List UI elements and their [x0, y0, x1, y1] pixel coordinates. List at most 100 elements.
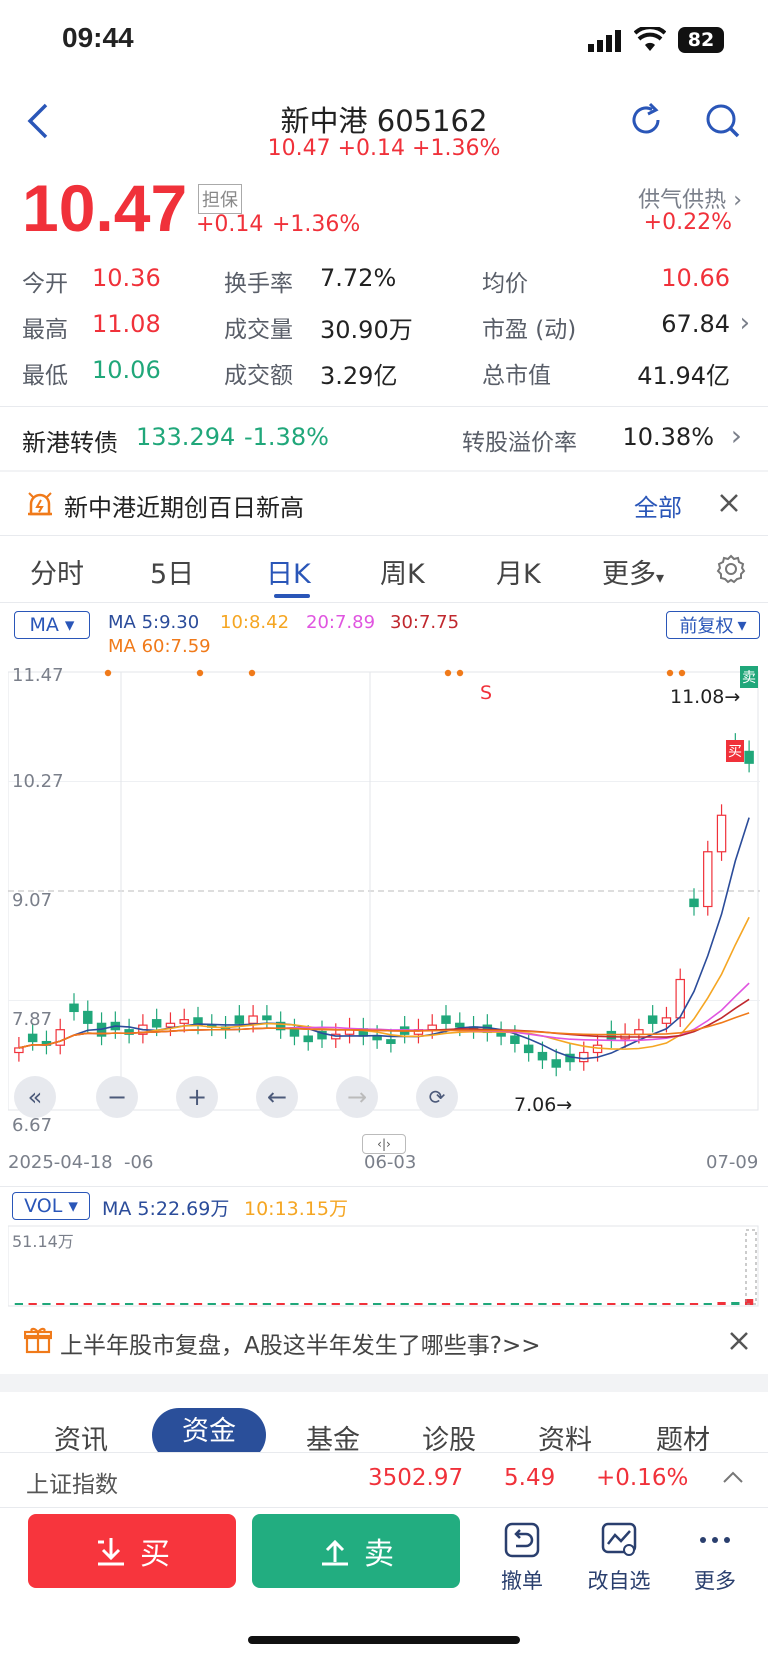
- pe-label: 市盈 (动): [482, 317, 577, 343]
- volume-value: 30.90万: [320, 316, 413, 344]
- candle-body: [83, 1010, 93, 1024]
- settings-gear-icon[interactable]: [716, 554, 746, 588]
- signal-dot: [248, 669, 256, 677]
- tab-month-k[interactable]: 月K: [496, 552, 541, 591]
- scroll-left-fast-button[interactable]: «: [14, 1076, 56, 1118]
- search-icon[interactable]: [704, 102, 742, 144]
- index-change: 5.49: [504, 1465, 556, 1491]
- candle-body: [248, 1015, 258, 1024]
- refresh-icon[interactable]: [628, 102, 664, 142]
- candle-body: [716, 814, 727, 853]
- watchlist-label: 改自选: [587, 1569, 651, 1593]
- candle-body: [69, 1003, 79, 1013]
- tag-badge: 担保: [198, 184, 242, 214]
- vol-bar: [414, 1303, 423, 1305]
- candle-body: [455, 1022, 465, 1028]
- vol-bar: [56, 1303, 65, 1305]
- promo-banner[interactable]: 上半年股市复盘，A股这半年发生了哪些事?>>: [0, 1310, 768, 1372]
- close-icon[interactable]: [728, 1330, 750, 1356]
- low-marker: 7.06→: [514, 1094, 573, 1116]
- premium-value: 10.38%: [622, 423, 714, 451]
- buy-flag: 买: [726, 740, 744, 762]
- candle-body: [551, 1059, 561, 1068]
- chart-drag-handle[interactable]: ‹|›: [362, 1134, 406, 1154]
- buy-button[interactable]: 买: [28, 1514, 236, 1588]
- vol-bar: [703, 1303, 712, 1305]
- signal-icon: [588, 30, 624, 56]
- vol-bar: [372, 1303, 382, 1305]
- close-icon[interactable]: [718, 492, 740, 518]
- x-tick: 2025-04-18: [8, 1152, 113, 1173]
- more-button[interactable]: 更多: [690, 1520, 740, 1595]
- candlestick-chart[interactable]: [8, 662, 760, 1138]
- battery-icon: 82: [678, 27, 724, 53]
- index-value: 3502.97: [368, 1465, 464, 1491]
- banner-text: 上半年股市复盘，A股这半年发生了哪些事?>>: [60, 1333, 541, 1359]
- chevron-up-icon[interactable]: [722, 1469, 744, 1488]
- sector-change: +0.22%: [643, 210, 732, 235]
- chevron-right-icon[interactable]: ›: [740, 308, 750, 338]
- candle-body: [689, 898, 699, 908]
- vol-bar: [634, 1303, 644, 1305]
- tab-week-k[interactable]: 周K: [380, 552, 425, 591]
- vol-bar: [359, 1303, 368, 1305]
- scroll-left-button[interactable]: ←: [256, 1076, 298, 1118]
- ma-selector[interactable]: MA ▾: [14, 611, 90, 639]
- candle-body: [537, 1051, 548, 1061]
- signal-dot: [104, 669, 112, 677]
- vol-bar: [193, 1303, 203, 1305]
- candle-body: [289, 1029, 300, 1037]
- tab-fenshi[interactable]: 分时: [30, 552, 84, 591]
- vol-bar: [331, 1303, 340, 1305]
- more-label: 更多: [694, 1569, 736, 1593]
- cancel-order-button[interactable]: 撤单: [496, 1520, 548, 1595]
- vol-bar: [166, 1303, 175, 1305]
- vol-bar: [138, 1303, 148, 1305]
- vol-bar: [620, 1303, 630, 1305]
- vol-bar: [648, 1303, 657, 1305]
- vol-bar: [317, 1303, 327, 1305]
- pe-value: 67.84: [661, 310, 730, 338]
- scroll-right-button[interactable]: →: [336, 1076, 378, 1118]
- sell-button[interactable]: 卖: [252, 1514, 460, 1588]
- high-label: 最高: [22, 317, 68, 343]
- zoom-out-button[interactable]: −: [96, 1076, 138, 1118]
- volume-chart[interactable]: [8, 1186, 760, 1308]
- candle-body: [179, 1019, 189, 1024]
- tab-more[interactable]: 更多▾: [602, 552, 664, 591]
- signal-s: S: [480, 682, 493, 704]
- chevron-right-icon: ›: [733, 188, 742, 213]
- notice-row[interactable]: 新中港近期创百日新高 全部: [0, 472, 768, 534]
- candle-body: [303, 1035, 313, 1043]
- bond-row[interactable]: 新港转债 133.294 -1.38% 转股溢价率 10.38% ›: [0, 407, 768, 469]
- candle-body: [634, 1029, 644, 1035]
- active-tab-indicator: [274, 594, 310, 598]
- adjust-selector[interactable]: 前复权 ▾: [666, 611, 760, 639]
- ma5-line: [18, 817, 750, 1060]
- candle-body: [703, 851, 713, 908]
- tab-day-k[interactable]: 日K: [266, 552, 311, 591]
- vol-bar: [124, 1303, 134, 1305]
- zoom-in-button[interactable]: +: [176, 1076, 218, 1118]
- bond-name: 新港转债: [22, 429, 118, 457]
- candle-body: [14, 1047, 24, 1054]
- vol-highlight: [745, 1229, 757, 1305]
- vol-bar: [400, 1303, 409, 1305]
- notice-all-link[interactable]: 全部: [634, 488, 682, 523]
- index-ticker[interactable]: 上证指数 3502.97 5.49 +0.16%: [0, 1452, 768, 1508]
- turnover-value: 7.72%: [320, 264, 397, 292]
- home-indicator: [248, 1636, 520, 1644]
- rotate-icon[interactable]: ⟳: [416, 1076, 458, 1118]
- vol-bar: [248, 1303, 258, 1305]
- sell-label: 卖: [364, 1537, 394, 1572]
- candle-body: [372, 1035, 382, 1041]
- chevron-right-icon: ›: [730, 419, 742, 452]
- more-dots-icon: [700, 1537, 730, 1543]
- ma30-label: 30:7.75: [390, 612, 460, 633]
- candle-body: [744, 750, 754, 764]
- buy-label: 买: [140, 1537, 170, 1572]
- candle-body: [55, 1029, 65, 1046]
- tab-5day[interactable]: 5日: [150, 552, 194, 591]
- candle-body: [441, 1015, 451, 1024]
- add-watchlist-button[interactable]: 改自选: [584, 1520, 654, 1595]
